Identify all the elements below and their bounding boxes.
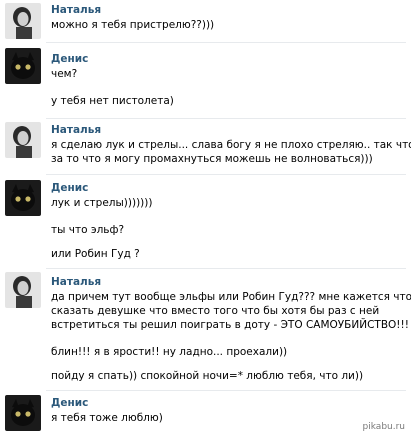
avatar-natalya[interactable]	[5, 3, 41, 39]
sender-name[interactable]: Денис	[51, 182, 88, 194]
message-text: у тебя нет пистолета)	[51, 95, 174, 107]
message-text: пойду я спать)) спокойной ночи=* люблю т…	[51, 370, 364, 382]
avatar-natalya[interactable]	[5, 272, 41, 308]
divider	[46, 390, 406, 391]
message-text: сказать девушке что вместо того что бы х…	[51, 305, 380, 317]
message-text: я тебя тоже люблю)	[51, 412, 163, 424]
message-text: можно я тебя пристрелю??)))	[51, 19, 215, 31]
divider	[46, 42, 406, 43]
divider	[46, 174, 406, 175]
avatar-denis[interactable]	[5, 395, 41, 431]
divider	[46, 268, 406, 269]
message-text: за то что я могу промахнуться можешь не …	[51, 153, 373, 165]
avatar-denis[interactable]	[5, 180, 41, 216]
message-text: встретиться ты решил поиграть в доту - Э…	[51, 319, 409, 331]
sender-name[interactable]: Денис	[51, 397, 88, 409]
divider	[46, 118, 406, 119]
message-text: или Робин Гуд ?	[51, 248, 140, 260]
message-text: да причем тут вообще эльфы или Робин Гуд…	[51, 291, 411, 303]
watermark: pikabu.ru	[362, 422, 405, 432]
sender-name[interactable]: Денис	[51, 53, 88, 65]
sender-name[interactable]: Наталья	[51, 4, 101, 16]
sender-name[interactable]: Наталья	[51, 276, 101, 288]
sender-name[interactable]: Наталья	[51, 124, 101, 136]
message-text: чем?	[51, 68, 78, 80]
message-text: блин!!! я в ярости!! ну ладно... проехал…	[51, 346, 288, 358]
avatar-denis[interactable]	[5, 48, 41, 84]
chat-history: Наталья можно я тебя пристрелю??))) Дени…	[0, 0, 411, 436]
avatar-natalya[interactable]	[5, 122, 41, 158]
message-text: ты что эльф?	[51, 224, 125, 236]
message-text: я сделаю лук и стрелы... слава богу я не…	[51, 139, 411, 151]
message-text: лук и стрелы)))))))	[51, 197, 153, 209]
